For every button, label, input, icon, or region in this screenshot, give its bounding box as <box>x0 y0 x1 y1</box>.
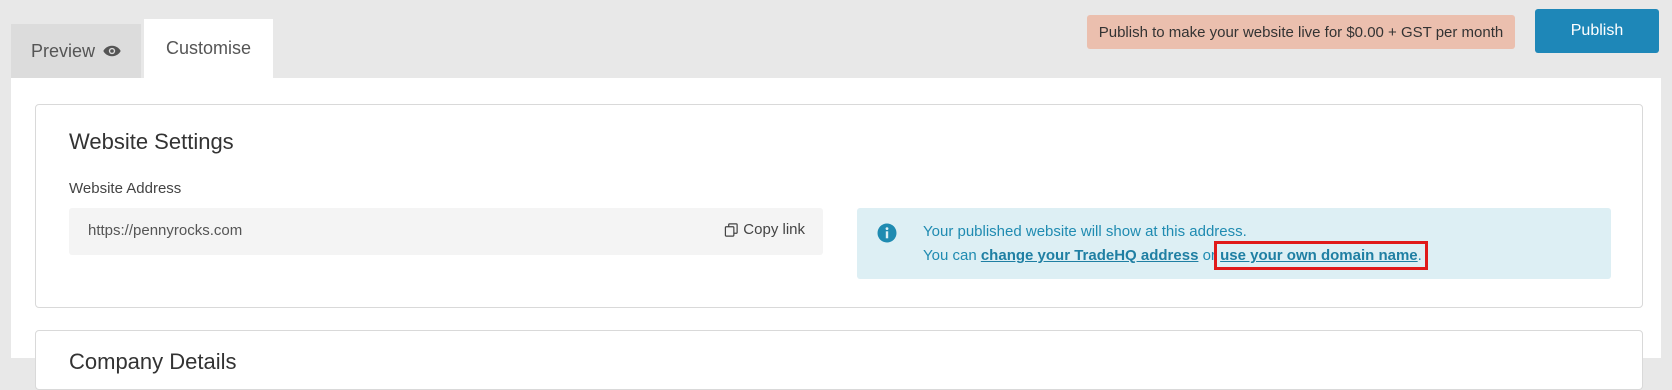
publish-button-label: Publish <box>1570 22 1624 39</box>
info-text-line2: You can change your TradeHQ address or u… <box>923 241 1428 270</box>
tab-customise[interactable]: Customise <box>144 19 273 78</box>
tab-preview-label: Preview <box>30 40 96 61</box>
website-address-field: https://pennyrocks.com Copy link <box>69 208 823 255</box>
copy-icon <box>725 222 739 237</box>
top-bar: Preview Customise Publish to make your w… <box>0 0 1672 78</box>
info-suffix: . <box>1417 247 1422 264</box>
publish-notice: Publish to make your website live for $0… <box>1087 15 1515 49</box>
tab-customise-label: Customise <box>165 38 252 58</box>
info-prefix: You can <box>923 247 981 264</box>
publish-button[interactable]: Publish <box>1535 9 1659 53</box>
info-text-line1: Your published website will show at this… <box>923 223 1247 240</box>
copy-link-label: Copy link <box>743 221 805 238</box>
website-address-value: https://pennyrocks.com <box>88 222 243 239</box>
company-details-card: Company Details <box>35 330 1643 390</box>
publish-notice-text: Publish to make your website live for $0… <box>1098 23 1504 41</box>
highlighted-link: use your own domain name. <box>1214 241 1428 270</box>
info-mid: or <box>1198 247 1221 264</box>
change-address-link[interactable]: change your TradeHQ address <box>981 247 1199 264</box>
eye-icon <box>103 45 121 57</box>
website-settings-card: Website Settings Website Address https:/… <box>35 104 1643 308</box>
address-info-box: Your published website will show at this… <box>857 208 1611 279</box>
copy-link-button[interactable]: Copy link <box>724 221 805 238</box>
info-icon <box>877 223 897 243</box>
main-content: Website Settings Website Address https:/… <box>11 78 1661 390</box>
tab-preview[interactable]: Preview <box>11 24 141 78</box>
section-title: Website Settings <box>69 129 234 154</box>
company-details-title: Company Details <box>69 349 237 374</box>
own-domain-link[interactable]: use your own domain name <box>1220 247 1418 264</box>
website-address-label: Website Address <box>69 180 182 197</box>
